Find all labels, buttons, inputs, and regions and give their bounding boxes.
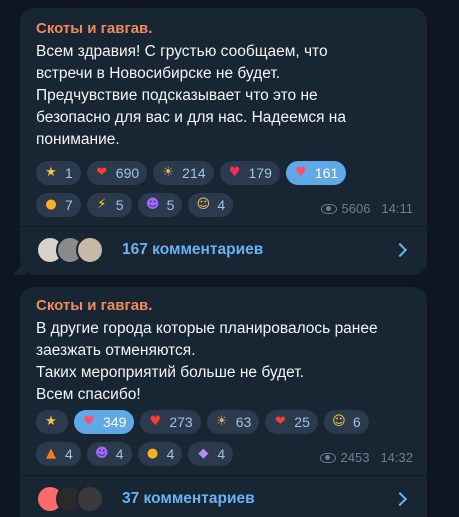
- pill-icon: ●: [45, 197, 57, 212]
- exploding-head-icon: ☺: [196, 197, 211, 212]
- reaction-chip[interactable]: ♥ 161: [285, 161, 347, 185]
- reaction-count: 179: [248, 165, 272, 181]
- message-bubble[interactable]: Скоты и гавгав. В другие города которые …: [20, 287, 427, 517]
- reaction-count: 4: [115, 446, 124, 462]
- broken-heart-icon: ♥: [295, 165, 307, 180]
- reaction-chip[interactable]: ★ 1: [36, 161, 81, 185]
- pill-icon: ●: [146, 446, 159, 461]
- message-meta: 2453 14:32: [319, 450, 413, 465]
- reaction-count: 1: [65, 165, 73, 181]
- reaction-count: 273: [169, 414, 193, 430]
- reaction-chip[interactable]: ☺ 4: [188, 193, 234, 217]
- reaction-count: 161: [314, 165, 339, 181]
- message-meta: 5606 14:11: [320, 201, 413, 216]
- reaction-count: 25: [294, 414, 310, 430]
- eye-icon: [319, 452, 336, 463]
- message-text: В другие города которые планировалось ра…: [36, 320, 378, 403]
- reaction-chip[interactable]: ❤ 690: [86, 161, 148, 185]
- divider: [20, 475, 427, 476]
- views-count: 2453: [340, 450, 370, 465]
- reaction-chip[interactable]: ★: [36, 410, 68, 434]
- reaction-count: 4: [217, 197, 226, 213]
- divider: [20, 226, 427, 227]
- sun-icon: ☀: [215, 414, 228, 429]
- comments-button[interactable]: 167 комментариев: [36, 232, 411, 268]
- views-count: 5606: [341, 201, 371, 216]
- reaction-chip[interactable]: ☀ 214: [153, 161, 214, 185]
- reaction-chip[interactable]: ◆ 4: [188, 442, 234, 466]
- reaction-count: 63: [235, 414, 252, 430]
- reaction-count: 690: [115, 165, 140, 181]
- channel-name[interactable]: Скоты и гавгав.: [36, 297, 411, 314]
- channel-name[interactable]: Скоты и гавгав.: [36, 20, 411, 37]
- comments-label: 167 комментариев: [122, 241, 264, 258]
- reaction-chip[interactable]: ● 4: [137, 442, 183, 466]
- broken-heart-icon: ♥: [83, 414, 95, 429]
- reaction-count: 349: [103, 414, 127, 430]
- star-icon: ★: [45, 414, 57, 429]
- commenter-avatars: [36, 485, 114, 513]
- comments-label: 37 комментариев: [122, 490, 255, 507]
- alien-monster-icon: ◆: [198, 446, 209, 461]
- reactions-row: ▲ 4 ☻ 4 ● 4 ◆ 4: [36, 442, 234, 466]
- smiling-devil-icon: ☻: [95, 446, 109, 461]
- reaction-chip[interactable]: ❤ 25: [265, 410, 318, 434]
- red-heart-icon: ♥: [228, 165, 241, 180]
- reaction-chip[interactable]: ♥ 273: [140, 410, 201, 434]
- chevron-right-icon: [392, 491, 408, 507]
- eye-icon: [320, 203, 337, 214]
- reaction-chip[interactable]: ● 7: [36, 193, 81, 217]
- reaction-count: 4: [217, 446, 226, 462]
- broken-heart-icon: ♥: [149, 414, 162, 429]
- reaction-chip[interactable]: ☀ 63: [206, 410, 260, 434]
- reaction-chip[interactable]: ▲ 4: [36, 442, 81, 466]
- message-bubble[interactable]: Скоты и гавгав. Всем здравия! С грустью …: [20, 8, 427, 275]
- reactions-row: ★ ♥ 349 ♥ 273 ☀ 63 ❤ 25 ☺ 6: [36, 410, 369, 434]
- reactions-row: ● 7 ⚡ 5 ☻ 5 ☺ 4: [36, 193, 234, 217]
- reaction-chip[interactable]: ⚡ 5: [86, 193, 132, 217]
- avatar: [76, 485, 104, 513]
- smiling-devil-icon: ☻: [145, 197, 160, 212]
- reaction-chip[interactable]: ♥ 179: [219, 161, 280, 185]
- chevron-right-icon: [392, 242, 408, 258]
- reaction-count: 214: [182, 165, 206, 181]
- reaction-chip[interactable]: ☺ 6: [323, 410, 369, 434]
- bubble-tail: [12, 261, 26, 275]
- reaction-chip[interactable]: ☻ 4: [86, 442, 132, 466]
- reaction-count: 6: [352, 414, 361, 430]
- reaction-count: 5: [115, 197, 124, 213]
- commenter-avatars: [36, 236, 114, 264]
- heart-on-fire-icon: ❤: [96, 165, 108, 180]
- heart-on-fire-icon: ❤: [274, 414, 286, 429]
- star-icon: ★: [45, 165, 57, 180]
- avatar: [76, 236, 104, 264]
- fire-icon: ▲: [46, 446, 56, 461]
- sun-icon: ☀: [162, 165, 174, 180]
- heart-eyes-icon: ☺: [332, 414, 346, 429]
- message-text: Всем здравия! С грустью сообщаем, что вс…: [36, 43, 346, 148]
- comments-button[interactable]: 37 комментариев: [36, 481, 411, 517]
- message-time: 14:32: [380, 450, 413, 465]
- lightning-icon: ⚡: [97, 197, 107, 212]
- reaction-count: 4: [65, 446, 73, 462]
- reactions-row: ★ 1 ❤ 690 ☀ 214 ♥ 179 ♥ 161: [36, 161, 347, 185]
- reaction-count: 5: [166, 197, 175, 213]
- reaction-count: 4: [166, 446, 175, 462]
- reaction-chip[interactable]: ♥ 349: [74, 410, 135, 434]
- reaction-count: 7: [65, 197, 73, 213]
- message-time: 14:11: [381, 201, 413, 216]
- reaction-chip[interactable]: ☻ 5: [137, 193, 183, 217]
